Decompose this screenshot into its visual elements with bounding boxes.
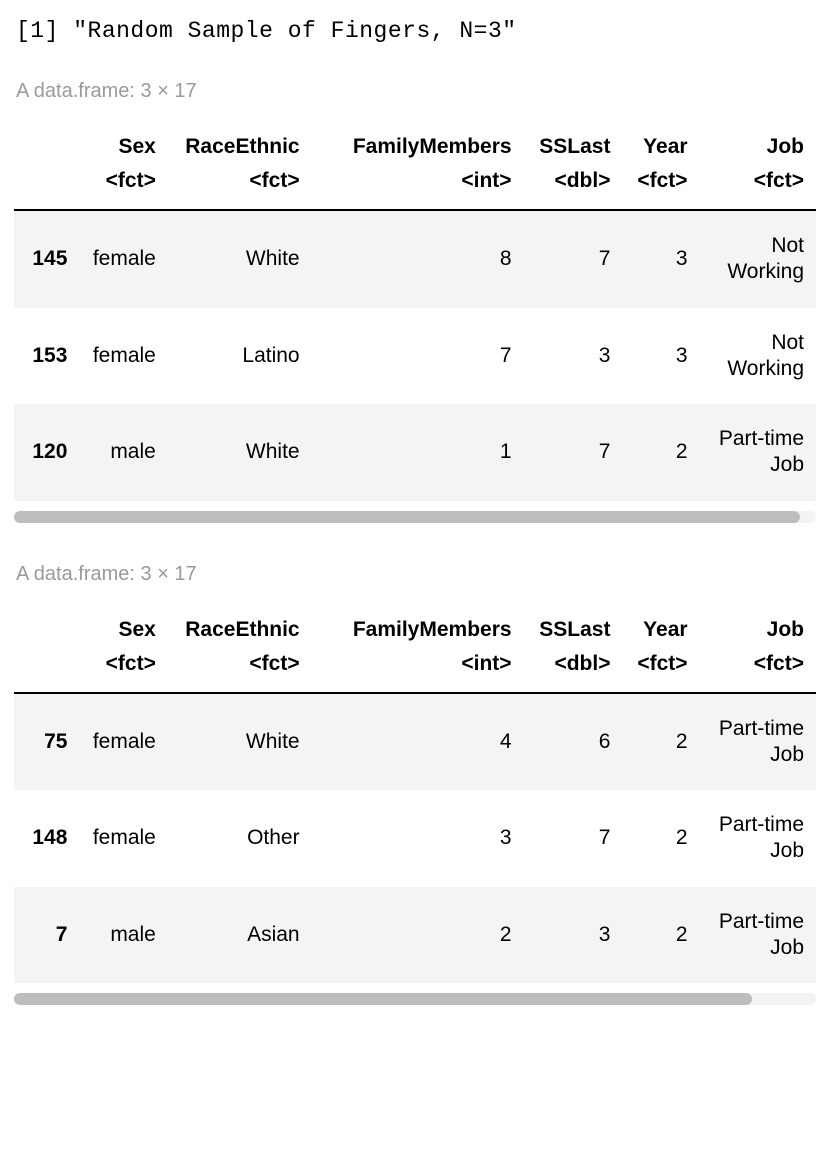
rowname: 75 — [14, 693, 77, 791]
col-race-type: <fct> — [168, 648, 312, 693]
col-year-label: Year — [622, 600, 699, 648]
rowname-header — [14, 117, 77, 165]
cell-race: Latino — [168, 308, 312, 405]
cell-sslast: 3 — [524, 887, 623, 984]
col-year-type: <fct> — [622, 648, 699, 693]
horizontal-scrollbar-2[interactable] — [14, 993, 816, 1005]
console-output: [1] "Random Sample of Fingers, N=3" — [16, 18, 816, 44]
col-sex-label: Sex — [77, 117, 167, 165]
rowname: 145 — [14, 210, 77, 308]
rowname-header — [14, 600, 77, 648]
table-2-type-row: <fct> <fct> <int> <dbl> <fct> <fct> — [14, 648, 816, 693]
cell-sex: male — [77, 404, 167, 501]
scrollbar-thumb[interactable] — [14, 993, 752, 1005]
col-sslast-type: <dbl> — [524, 648, 623, 693]
cell-sex: female — [77, 790, 167, 887]
cell-job: Part-time Job — [700, 404, 816, 501]
cell-family: 1 — [312, 404, 524, 501]
dataframe-caption-2: A data.frame: 3 × 17 — [16, 563, 816, 586]
rowname: 148 — [14, 790, 77, 887]
cell-job: Part-time Job — [700, 693, 816, 791]
cell-family: 2 — [312, 887, 524, 984]
scrollbar-thumb[interactable] — [14, 511, 800, 523]
dataframe-caption-1: A data.frame: 3 × 17 — [16, 80, 816, 103]
cell-sslast: 7 — [524, 404, 623, 501]
rowname: 153 — [14, 308, 77, 405]
table-row: 145 female White 8 7 3 Not Working — [14, 210, 816, 308]
col-race-label: RaceEthnic — [168, 117, 312, 165]
table-1-scroll[interactable]: Sex RaceEthnic FamilyMembers SSLast Year… — [14, 117, 816, 501]
col-family-label: FamilyMembers — [312, 600, 524, 648]
cell-race: Asian — [168, 887, 312, 984]
rowname-type — [14, 648, 77, 693]
cell-race: White — [168, 693, 312, 791]
table-2: Sex RaceEthnic FamilyMembers SSLast Year… — [14, 600, 816, 984]
table-row: 153 female Latino 7 3 3 Not Working — [14, 308, 816, 405]
col-sslast-type: <dbl> — [524, 165, 623, 210]
cell-sslast: 3 — [524, 308, 623, 405]
table-1: Sex RaceEthnic FamilyMembers SSLast Year… — [14, 117, 816, 501]
horizontal-scrollbar-1[interactable] — [14, 511, 816, 523]
table-row: 75 female White 4 6 2 Part-time Job — [14, 693, 816, 791]
cell-job: Part-time Job — [700, 887, 816, 984]
col-job-label: Job — [700, 600, 816, 648]
cell-job: Not Working — [700, 308, 816, 405]
cell-sex: male — [77, 887, 167, 984]
cell-sslast: 7 — [524, 210, 623, 308]
table-row: 120 male White 1 7 2 Part-time Job — [14, 404, 816, 501]
col-sslast-label: SSLast — [524, 117, 623, 165]
cell-year: 3 — [622, 308, 699, 405]
cell-year: 2 — [622, 404, 699, 501]
cell-sex: female — [77, 693, 167, 791]
table-row: 148 female Other 3 7 2 Part-time Job — [14, 790, 816, 887]
page: [1] "Random Sample of Fingers, N=3" A da… — [0, 0, 824, 1035]
cell-sslast: 7 — [524, 790, 623, 887]
cell-year: 2 — [622, 693, 699, 791]
col-family-type: <int> — [312, 648, 524, 693]
cell-family: 8 — [312, 210, 524, 308]
cell-family: 4 — [312, 693, 524, 791]
col-race-type: <fct> — [168, 165, 312, 210]
cell-race: Other — [168, 790, 312, 887]
rowname-type — [14, 165, 77, 210]
cell-family: 3 — [312, 790, 524, 887]
table-row: 7 male Asian 2 3 2 Part-time Job — [14, 887, 816, 984]
cell-job: Part-time Job — [700, 790, 816, 887]
table-1-header-row: Sex RaceEthnic FamilyMembers SSLast Year… — [14, 117, 816, 165]
col-job-type: <fct> — [700, 165, 816, 210]
cell-year: 3 — [622, 210, 699, 308]
table-1-type-row: <fct> <fct> <int> <dbl> <fct> <fct> — [14, 165, 816, 210]
col-job-label: Job — [700, 117, 816, 165]
cell-year: 2 — [622, 790, 699, 887]
col-sex-type: <fct> — [77, 648, 167, 693]
cell-sex: female — [77, 210, 167, 308]
cell-race: White — [168, 210, 312, 308]
cell-year: 2 — [622, 887, 699, 984]
col-year-label: Year — [622, 117, 699, 165]
col-family-label: FamilyMembers — [312, 117, 524, 165]
table-2-header-row: Sex RaceEthnic FamilyMembers SSLast Year… — [14, 600, 816, 648]
col-sex-label: Sex — [77, 600, 167, 648]
cell-job: Not Working — [700, 210, 816, 308]
table-2-scroll[interactable]: Sex RaceEthnic FamilyMembers SSLast Year… — [14, 600, 816, 984]
cell-sex: female — [77, 308, 167, 405]
rowname: 120 — [14, 404, 77, 501]
col-race-label: RaceEthnic — [168, 600, 312, 648]
cell-family: 7 — [312, 308, 524, 405]
col-job-type: <fct> — [700, 648, 816, 693]
cell-sslast: 6 — [524, 693, 623, 791]
col-sslast-label: SSLast — [524, 600, 623, 648]
col-sex-type: <fct> — [77, 165, 167, 210]
cell-race: White — [168, 404, 312, 501]
rowname: 7 — [14, 887, 77, 984]
col-year-type: <fct> — [622, 165, 699, 210]
col-family-type: <int> — [312, 165, 524, 210]
